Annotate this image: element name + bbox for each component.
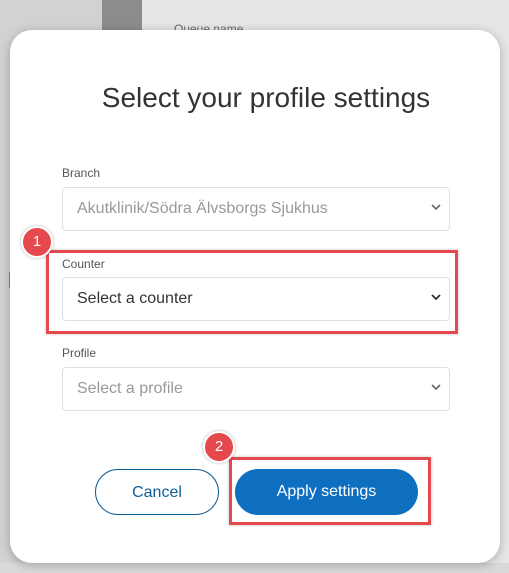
counter-highlight-box — [46, 250, 458, 334]
chevron-down-icon — [431, 384, 441, 391]
branch-select[interactable]: Akutklinik/Södra Älvsborgs Sjukhus — [62, 187, 450, 231]
profile-select[interactable]: Select a profile — [62, 367, 450, 411]
dialog-title: Select your profile settings — [101, 82, 431, 113]
cancel-button[interactable]: Cancel — [95, 469, 219, 515]
background-bottom — [0, 563, 509, 573]
branch-label: Branch — [62, 166, 101, 180]
step-badge-2: 2 — [203, 431, 235, 463]
profile-label: Profile — [62, 346, 97, 360]
branch-select-value: Akutklinik/Södra Älvsborgs Sjukhus — [77, 200, 328, 217]
profile-select-value: Select a profile — [77, 380, 183, 397]
apply-highlight-box — [229, 457, 431, 525]
chevron-down-icon — [431, 204, 441, 211]
step-badge-1: 1 — [21, 226, 53, 258]
